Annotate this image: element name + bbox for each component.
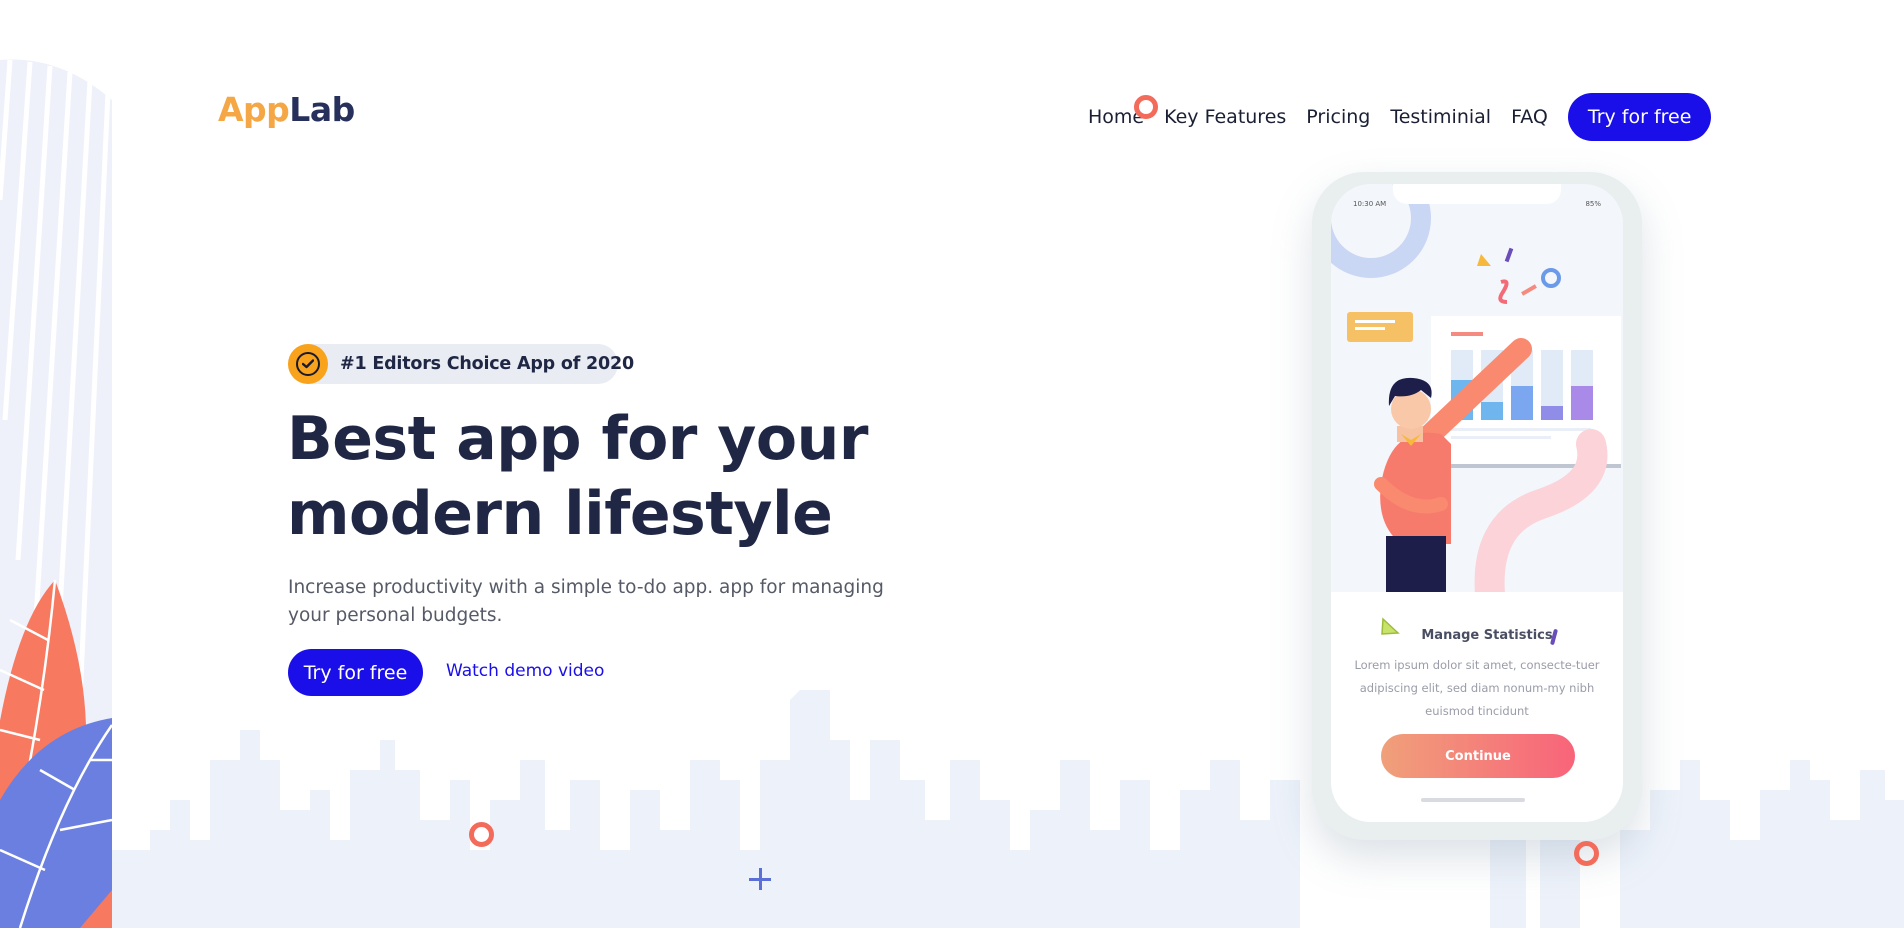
statistics-illustration — [1331, 184, 1623, 592]
hero-headline: Best app for your modern lifestyle — [287, 404, 868, 549]
nav-testimonial[interactable]: Testiminial — [1390, 106, 1491, 128]
logo-lab-text: Lab — [289, 90, 355, 129]
applab-logo[interactable]: AppLab — [218, 90, 355, 129]
decor-ring-bottom-left — [469, 822, 494, 847]
watch-demo-link[interactable]: Watch demo video — [446, 661, 604, 681]
main-navigation: Home Key Features Pricing Testiminial FA… — [1088, 93, 1712, 141]
status-time: 10:30 AM — [1353, 200, 1387, 208]
nav-key-features[interactable]: Key Features — [1164, 106, 1286, 128]
decor-ring-bottom-right — [1574, 841, 1599, 866]
phone-card: Manage Statistics Lorem ipsum dolor sit … — [1331, 592, 1623, 822]
check-circle-icon — [288, 344, 328, 384]
card-title: Manage Statistics — [1421, 628, 1553, 643]
phone-mockup: 10:30 AM 85% Manage Statistics Lorem ips… — [1312, 172, 1642, 840]
leaf-decoration — [0, 59, 112, 928]
hero-subtext: Increase productivity with a simple to-d… — [288, 577, 884, 626]
nav-faq[interactable]: FAQ — [1511, 106, 1548, 128]
editors-choice-badge: #1 Editors Choice App of 2020 — [288, 344, 634, 384]
status-battery: 85% — [1585, 200, 1601, 208]
nav-pricing[interactable]: Pricing — [1306, 106, 1370, 128]
home-indicator — [1421, 798, 1525, 802]
phone-notch — [1393, 184, 1561, 204]
card-body: Lorem ipsum dolor sit amet, consecte-tue… — [1354, 658, 1600, 718]
logo-app-text: App — [218, 90, 290, 129]
plus-icon — [749, 868, 771, 890]
nav-try-free-button[interactable]: Try for free — [1567, 93, 1712, 141]
badge-text: #1 Editors Choice App of 2020 — [340, 354, 634, 374]
continue-button[interactable]: Continue — [1381, 734, 1575, 778]
phone-screen: 10:30 AM 85% Manage Statistics Lorem ips… — [1331, 184, 1623, 822]
hero-try-free-button[interactable]: Try for free — [288, 649, 423, 696]
decor-ring-nav — [1134, 95, 1158, 119]
